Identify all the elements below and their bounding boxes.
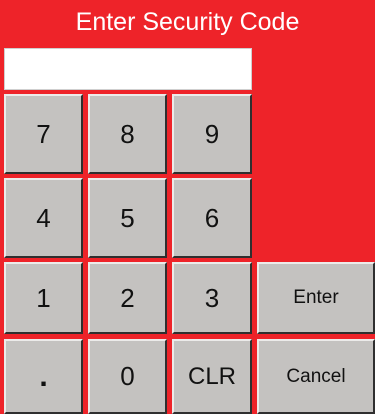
key-4-button[interactable]: 4 <box>4 178 83 258</box>
key-7-button[interactable]: 7 <box>4 94 83 174</box>
security-code-input[interactable] <box>4 48 252 90</box>
key-6-button[interactable]: 6 <box>172 178 252 258</box>
key-0-button[interactable]: 0 <box>88 339 167 414</box>
key-decimal-button[interactable]: . <box>4 339 83 414</box>
key-3-button[interactable]: 3 <box>172 262 252 334</box>
enter-button[interactable]: Enter <box>257 262 375 334</box>
key-8-button[interactable]: 8 <box>88 94 167 174</box>
page-title: Enter Security Code <box>75 8 300 36</box>
clear-button[interactable]: CLR <box>172 339 252 414</box>
key-2-button[interactable]: 2 <box>88 262 167 334</box>
cancel-button[interactable]: Cancel <box>257 339 375 414</box>
key-9-button[interactable]: 9 <box>172 94 252 174</box>
key-1-button[interactable]: 1 <box>4 262 83 334</box>
key-5-button[interactable]: 5 <box>88 178 167 258</box>
